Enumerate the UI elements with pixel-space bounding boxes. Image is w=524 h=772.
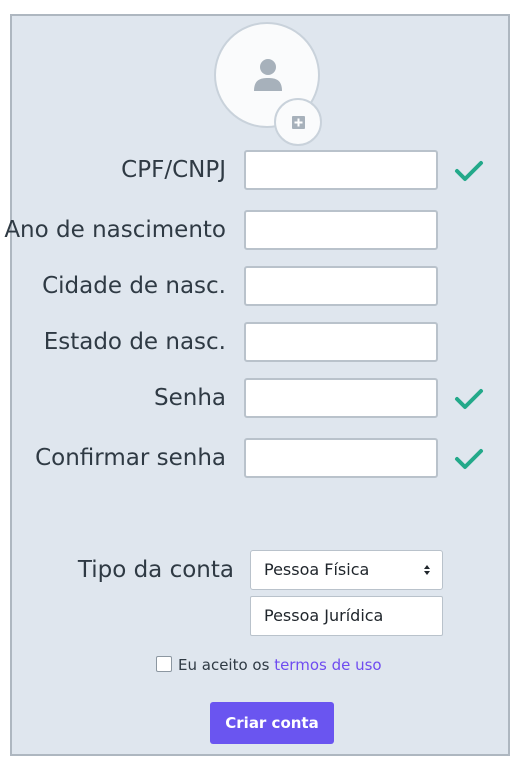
account-type-select[interactable]: Pessoa Física: [250, 550, 443, 590]
cpf-cnpj-input[interactable]: [244, 150, 438, 190]
option-label: Pessoa Jurídica: [264, 606, 384, 625]
password-input[interactable]: [244, 378, 438, 418]
birth-city-input[interactable]: [244, 266, 438, 306]
confirm-password-label: Confirmar senha: [35, 445, 226, 471]
terms-prefix: Eu aceito os: [178, 656, 270, 674]
confirm-password-input[interactable]: [244, 438, 438, 478]
cpf-cnpj-label: CPF/CNPJ: [121, 157, 226, 183]
birth-year-input[interactable]: [244, 210, 438, 250]
terms-row: Eu aceito os termos de uso: [156, 654, 382, 676]
password-label: Senha: [154, 385, 226, 411]
create-account-button[interactable]: Criar conta: [210, 702, 334, 744]
birth-city-label: Cidade de nasc.: [42, 273, 226, 299]
account-type-option-juridica[interactable]: Pessoa Jurídica: [250, 596, 443, 636]
account-type-selected: Pessoa Física: [264, 560, 370, 579]
account-type-label: Tipo da conta: [77, 557, 234, 583]
signup-panel: CPF/CNPJ Ano de nascimento Cidade de nas…: [4, 14, 510, 756]
user-icon: [254, 59, 282, 91]
valid-check-icon: [455, 389, 483, 409]
birth-year-label: Ano de nascimento: [4, 217, 226, 243]
terms-link[interactable]: termos de uso: [274, 656, 381, 674]
birth-state-label: Estado de nasc.: [43, 329, 226, 355]
select-arrows-icon: [424, 565, 430, 575]
terms-checkbox[interactable]: [156, 656, 172, 672]
valid-check-icon: [455, 449, 483, 469]
add-photo-icon: [292, 116, 305, 129]
add-photo-button[interactable]: [274, 98, 322, 146]
birth-state-input[interactable]: [244, 322, 438, 362]
valid-check-icon: [455, 161, 483, 181]
